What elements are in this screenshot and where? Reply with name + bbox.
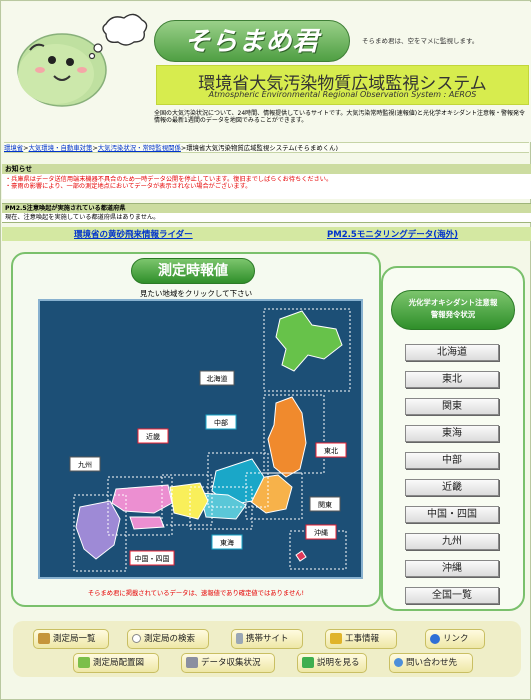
map-caption: 見たい地域をクリックして下さい (139, 289, 253, 298)
footer-button-label: 説明を見る (317, 658, 360, 668)
data-collection-button[interactable]: データ収集状況 (181, 653, 275, 673)
footer-button-label: 携帯サイト (246, 634, 289, 644)
footer-button-label: 問い合わせ先 (406, 658, 458, 668)
explanation-button[interactable]: 説明を見る (297, 653, 367, 673)
page-subtitle: Atmospheric Environmental Regional Obser… (208, 90, 477, 99)
footer-button-label: データ収集状況 (201, 658, 261, 668)
notice-line: ・豪雨の影響により、一部の測定地点においてデータが表示されない場合がございます。 (5, 183, 252, 190)
japan-map: 北海道 東北 関東 中部 近畿 九州 中国・四国 東海 沖縄 (38, 299, 363, 579)
map-label-hokkaido[interactable]: 北海道 (207, 374, 228, 383)
station-search-button[interactable]: 測定局の検索 (127, 629, 209, 649)
map-label-kyushu[interactable]: 九州 (78, 460, 92, 469)
oxidant-button-chubu[interactable]: 中部 (405, 452, 499, 469)
map-area-tohoku[interactable] (267, 396, 307, 478)
oxidant-button-kanto[interactable]: 関東 (405, 398, 499, 415)
data-icon (186, 657, 198, 668)
list-icon (38, 633, 50, 644)
site-header: そらまめ君 そらまめ君は、空をマメに監視します。 環境省大気汚染物質広域監視シス… (2, 2, 531, 142)
logo-badge: そらまめ君 (154, 20, 350, 62)
station-list-button[interactable]: 測定局一覧 (33, 629, 109, 649)
contact-icon (394, 658, 403, 667)
links-button[interactable]: リンク (425, 629, 485, 649)
oxidant-button-tokai[interactable]: 東海 (405, 425, 499, 442)
title-band: 環境省大気汚染物質広域監視システム Atmospheric Environmen… (156, 65, 529, 105)
globe-icon (430, 633, 440, 644)
main-content: 測定時報値 見たい地域をクリックして下さい 北海道 東北 関東 中部 近畿 九州… (5, 248, 528, 611)
external-link-bar: 環境省の黄砂飛来情報ライダー PM2.5モニタリングデータ(海外) (2, 227, 531, 241)
breadcrumb-current: 環境省大気汚染物質広域監視システム(そらまめくん) (186, 144, 339, 152)
oxidant-button-tohoku[interactable]: 東北 (405, 371, 499, 388)
soramame-mascot-icon (17, 13, 148, 107)
footer-button-label: 工事情報 (345, 634, 380, 644)
intro-text: 全国の大気汚染状況について、24時間、情報提供しているサイトです。大気汚染常時監… (154, 110, 526, 124)
oxidant-button-all[interactable]: 全国一覧 (405, 587, 499, 604)
oxidant-heading: 光化学オキシダント注意報 警報発令状況 (391, 290, 515, 330)
map-label-kanto[interactable]: 関東 (318, 500, 332, 509)
breadcrumb-link-moe[interactable]: 環境省 (4, 144, 23, 152)
breadcrumb-link-monitoring[interactable]: 大気汚染状況・常時監視関係 (98, 144, 181, 152)
map-panel: 測定時報値 見たい地域をクリックして下さい 北海道 東北 関東 中部 近畿 九州… (11, 252, 381, 607)
oxidant-button-okinawa[interactable]: 沖縄 (405, 560, 499, 577)
map-area-kyushu[interactable] (75, 500, 121, 560)
breadcrumb: 環境省>大気環境・自動車対策>大気汚染状況・常時監視関係>環境省大気汚染物質広域… (4, 142, 529, 153)
page: そらまめ君 そらまめ君は、空をマメに監視します。 環境省大気汚染物質広域監視シス… (0, 0, 531, 700)
pm25-alert-heading: PM2.5注意喚起が実施されている都道府県 (2, 203, 531, 213)
oxidant-button-kinki[interactable]: 近畿 (405, 479, 499, 496)
map-label-kinki[interactable]: 近畿 (146, 432, 160, 441)
tagline: そらまめ君は、空をマメに監視します。 (362, 37, 479, 45)
breadcrumb-link-air-vehicle[interactable]: 大気環境・自動車対策 (29, 144, 93, 152)
map-area-okinawa[interactable] (295, 550, 307, 562)
map-label-chubu[interactable]: 中部 (214, 418, 228, 427)
oxidant-button-hokkaido[interactable]: 北海道 (405, 344, 499, 361)
construction-info-button[interactable]: 工事情報 (325, 629, 397, 649)
logo-text: そらまめ君 (184, 27, 320, 57)
footer-button-label: 測定局配置図 (93, 658, 145, 668)
construction-icon (330, 633, 342, 644)
japan-map-graphic: 北海道 東北 関東 中部 近畿 九州 中国・四国 東海 沖縄 (69, 308, 351, 572)
map-label-tokai[interactable]: 東海 (220, 538, 234, 547)
footer-button-label: 測定局一覧 (53, 634, 96, 644)
map-heading: 測定時報値 (131, 258, 255, 284)
footer-button-label: リンク (443, 634, 469, 644)
notice-heading: お知らせ (2, 164, 531, 174)
map-label-tohoku[interactable]: 東北 (324, 446, 338, 455)
map-area-chugoku-shikoku[interactable] (111, 484, 173, 530)
footer-nav: 測定局一覧 測定局の検索 携帯サイト 工事情報 リンク 測定局配置図 データ収集… (13, 621, 521, 677)
map-disclaimer: そらまめ君に掲載されているデータは、速報値であり確定値ではありません! (87, 590, 305, 597)
search-icon (132, 634, 141, 643)
oxidant-heading-line: 警報発令状況 (430, 310, 476, 319)
notice-line: ・兵庫県はデータ送信用端末機器不具合のため一時データ公開を停止しています。復旧ま… (5, 176, 333, 183)
oxidant-button-kyushu[interactable]: 九州 (405, 533, 499, 550)
lidar-link[interactable]: 環境省の黄砂飛来情報ライダー (74, 228, 193, 240)
footer-button-label: 測定局の検索 (144, 634, 196, 644)
mobile-icon (236, 633, 243, 644)
map-area-hokkaido[interactable] (275, 310, 343, 372)
mobile-site-button[interactable]: 携帯サイト (231, 629, 303, 649)
contact-button[interactable]: 問い合わせ先 (389, 653, 473, 673)
pm25-alert-body: 現在、注意喚起を実施している都道府県はありません。 (2, 213, 531, 223)
map-pin-icon (78, 657, 90, 668)
map-area-kinki[interactable] (169, 482, 209, 520)
oxidant-heading-line: 光化学オキシダント注意報 (408, 298, 498, 307)
oxidant-button-chugoku-shikoku[interactable]: 中国・四国 (405, 506, 499, 523)
oxidant-panel: 光化学オキシダント注意報 警報発令状況 北海道 東北 関東 東海 中部 近畿 中… (381, 266, 525, 611)
notice-body: ・兵庫県はデータ送信用端末機器不具合のため一時データ公開を停止しています。復旧ま… (2, 174, 531, 199)
pm25-overseas-link[interactable]: PM2.5モニタリングデータ(海外) (327, 228, 458, 240)
help-icon (302, 657, 314, 668)
map-label-okinawa[interactable]: 沖縄 (314, 528, 328, 537)
map-label-chugoku-shikoku[interactable]: 中国・四国 (135, 554, 170, 563)
station-map-button[interactable]: 測定局配置図 (73, 653, 159, 673)
